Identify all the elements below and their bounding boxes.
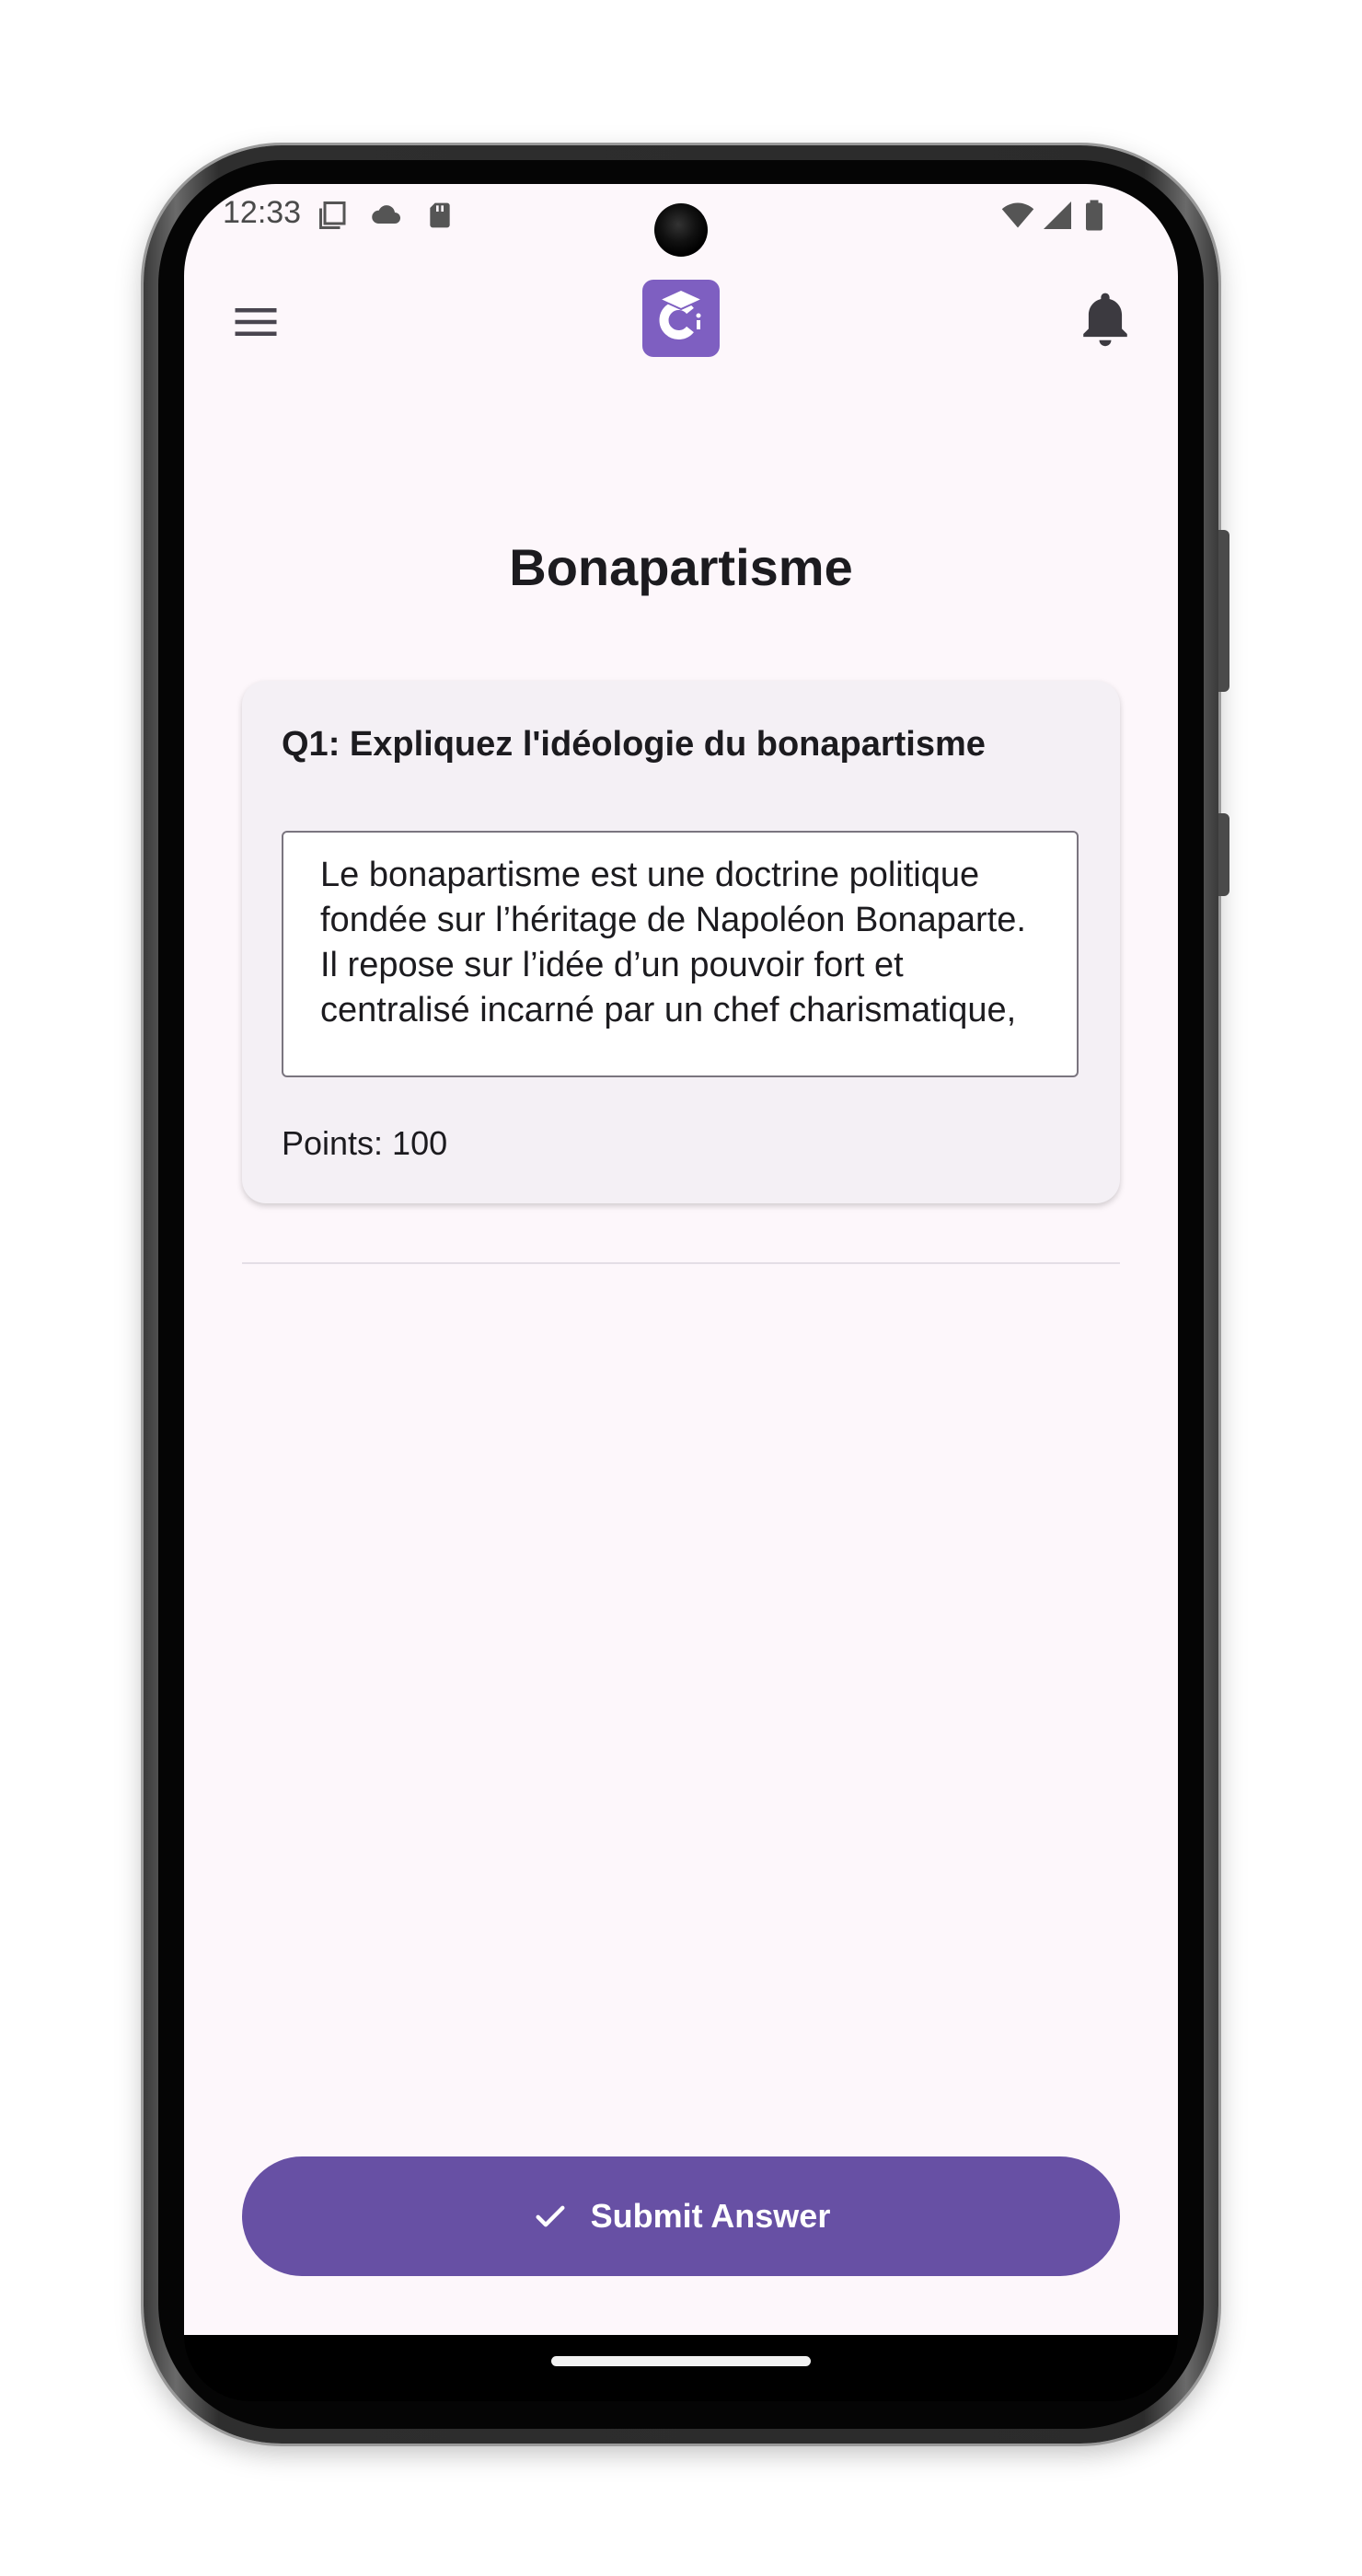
- submit-answer-button[interactable]: Submit Answer: [242, 2156, 1120, 2276]
- home-gesture-handle[interactable]: [551, 2356, 811, 2366]
- cloud-icon: [372, 205, 400, 224]
- app-logo: [642, 280, 720, 357]
- sd-card-icon: [430, 202, 450, 228]
- wifi-icon: [1001, 202, 1034, 228]
- navigation-bar: [184, 2335, 1178, 2401]
- signal-icon: [1044, 201, 1071, 229]
- front-camera: [654, 203, 708, 257]
- divider: [242, 1262, 1120, 1264]
- app-screen: 12:33 Bonapartisme Q1: Expliquez l'idéol…: [184, 184, 1178, 2335]
- question-text: Q1: Expliquez l'idéologie du bonapartism…: [282, 725, 986, 764]
- battery-icon: [1086, 200, 1102, 231]
- answer-textarea[interactable]: Le bonapartisme est une doctrine politiq…: [282, 831, 1079, 1077]
- points-label: Points: 100: [282, 1124, 448, 1162]
- graduation-cap-c-logo-icon: [659, 291, 702, 339]
- power-button: [1218, 530, 1229, 692]
- submit-button-label: Submit Answer: [590, 2197, 831, 2235]
- check-icon: [536, 2205, 565, 2227]
- page-title: Bonapartisme: [509, 538, 853, 596]
- status-time: 12:33: [223, 195, 302, 230]
- volume-button: [1218, 813, 1229, 896]
- bell-icon[interactable]: [1077, 287, 1134, 351]
- screen-icon: [319, 201, 346, 229]
- hamburger-menu-icon[interactable]: [228, 294, 283, 350]
- question-card: Q1: Expliquez l'idéologie du bonapartism…: [242, 681, 1120, 1203]
- answer-text: Le bonapartisme est une doctrine politiq…: [320, 856, 1026, 1029]
